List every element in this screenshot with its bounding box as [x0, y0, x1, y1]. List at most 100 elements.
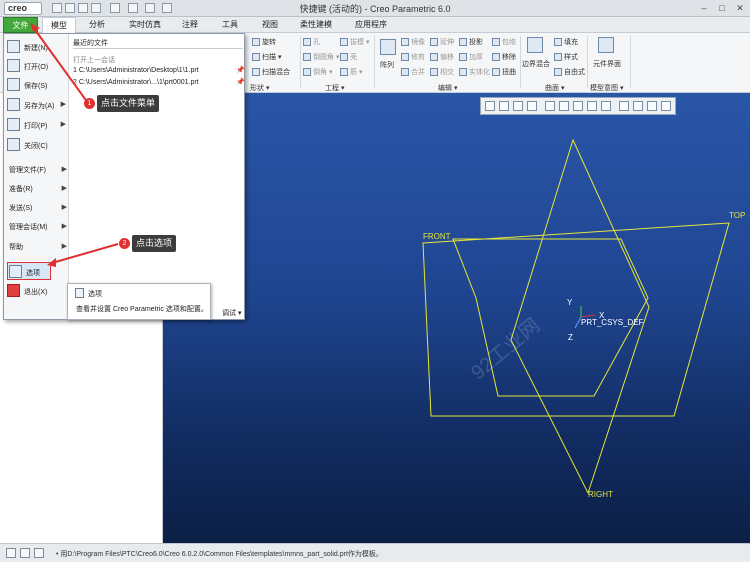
solidify-label: 实体化	[469, 69, 490, 76]
menu-send[interactable]: 发送(S) ▶	[7, 199, 67, 215]
menu-open[interactable]: 打开(O)	[4, 57, 69, 75]
menu-manage-session[interactable]: 管理会话(M) ▶	[7, 218, 67, 234]
boundary-blend-icon[interactable]	[527, 37, 543, 53]
recent-file-item[interactable]: 1 C:\Users\Administrator\Desktop\1\1.prt	[73, 67, 199, 74]
model-tree-toggle-icon[interactable]	[6, 548, 16, 558]
step-badge-1: 1	[84, 98, 95, 109]
fill-button[interactable]: 填充	[554, 37, 578, 47]
menu-print[interactable]: 打印(P) ▶	[4, 116, 69, 134]
trim-label: 修剪	[411, 54, 425, 61]
group-surfaces[interactable]: 曲面 ▾	[545, 83, 564, 93]
boundary-blend-label: 边界混合	[522, 61, 550, 68]
axis-y-label: Y	[567, 298, 573, 307]
component-interface-label: 元件界面	[593, 61, 621, 68]
merge-button[interactable]: 合并	[401, 67, 425, 77]
menu-save[interactable]: 保存(S)	[4, 76, 69, 94]
datum-top-label[interactable]: TOP	[729, 211, 745, 220]
menu-prepare[interactable]: 准备(R) ▶	[7, 180, 67, 196]
open-folder-icon	[7, 59, 20, 72]
tab-flexible-modeling[interactable]: 柔性建模	[295, 17, 337, 33]
divider	[630, 36, 631, 88]
fullscreen-icon[interactable]	[34, 548, 44, 558]
tab-tools[interactable]: 工具	[215, 17, 245, 33]
group-editing[interactable]: 编辑 ▾	[438, 83, 457, 93]
round-button[interactable]: 倒圆角 ▾	[303, 52, 339, 62]
graphics-viewport[interactable]: FRONT TOP RIGHT PRT_CSYS_DEF Y X Z 92工业网	[163, 93, 750, 543]
maximize-icon[interactable]: □	[716, 2, 728, 14]
recent-file-item[interactable]: 2 C:\Users\Administrator\...\1\prt0001.p…	[73, 79, 199, 86]
chamfer-button[interactable]: 倒角 ▾	[303, 67, 332, 77]
menu-exit-label: 退出(X)	[24, 289, 48, 296]
revolve-icon	[252, 38, 260, 47]
tab-analysis[interactable]: 分析	[82, 17, 112, 33]
minimize-icon[interactable]: –	[698, 2, 710, 14]
close-icon[interactable]: ✕	[734, 2, 746, 14]
offset-icon	[430, 53, 438, 62]
sweep-button[interactable]: 扫描 ▾	[252, 52, 281, 62]
freestyle-button[interactable]: 自由式	[554, 67, 585, 77]
freestyle-icon	[554, 68, 562, 77]
datum-front-label[interactable]: FRONT	[423, 232, 451, 241]
group-surfaces-label: 曲面	[545, 85, 559, 92]
rib-button[interactable]: 筋 ▾	[340, 67, 362, 77]
debug-dropdown[interactable]: 调试 ▾	[222, 308, 241, 318]
tab-file[interactable]: 文件	[3, 17, 38, 33]
intersect-button[interactable]: 相交	[430, 67, 454, 77]
project-label: 投影	[469, 39, 483, 46]
pattern-button[interactable]: 阵列	[380, 60, 394, 70]
pin-icon[interactable]: 📌	[236, 66, 245, 74]
solidify-button[interactable]: 实体化	[459, 67, 490, 77]
remove-label: 移除	[502, 54, 516, 61]
menu-close[interactable]: 关闭(C)	[4, 136, 69, 154]
group-engineering[interactable]: 工程 ▾	[325, 83, 344, 93]
tab-live-simulation[interactable]: 实时仿真	[125, 17, 165, 33]
style-button[interactable]: 样式	[554, 52, 578, 62]
chevron-right-icon: ▶	[61, 243, 67, 250]
shell-label: 壳	[350, 54, 357, 61]
emboss-button[interactable]: 扭曲	[492, 67, 516, 77]
boundary-blend-button[interactable]: 边界混合	[522, 59, 550, 69]
menu-open-label: 打开(O)	[24, 64, 49, 71]
menu-new[interactable]: 新建(N)	[4, 38, 69, 56]
component-interface-button[interactable]: 元件界面	[593, 59, 621, 69]
datum-right-label[interactable]: RIGHT	[588, 490, 613, 499]
extend-label: 延伸	[440, 39, 454, 46]
project-button[interactable]: 投影	[459, 37, 483, 47]
browser-toggle-icon[interactable]	[20, 548, 30, 558]
swept-blend-button[interactable]: 扫描混合	[252, 67, 290, 77]
menu-save-as[interactable]: 另存为(A) ▶	[4, 96, 69, 114]
mirror-button[interactable]: 镜像	[401, 37, 425, 47]
remove-button[interactable]: 移除	[492, 52, 516, 62]
offset-button[interactable]: 偏移	[430, 52, 454, 62]
shell-button[interactable]: 壳	[340, 52, 357, 62]
menu-exit[interactable]: 退出(X)	[4, 282, 69, 300]
rib-label: 筋	[350, 69, 357, 76]
draft-button[interactable]: 拔模 ▾	[340, 37, 369, 47]
menu-options[interactable]: 选项	[7, 262, 51, 280]
thicken-button[interactable]: 加厚	[459, 52, 483, 62]
group-shapes[interactable]: 形状 ▾	[250, 83, 269, 93]
pin-icon[interactable]: 📌	[236, 78, 245, 86]
menu-manage-file[interactable]: 管理文件(F) ▶	[7, 161, 67, 177]
wrap-button[interactable]: 包络	[492, 37, 516, 47]
component-interface-icon[interactable]	[598, 37, 614, 53]
style-icon	[554, 53, 562, 62]
extend-button[interactable]: 延伸	[430, 37, 454, 47]
thicken-icon	[459, 53, 467, 62]
menu-help[interactable]: 帮助 ▶	[7, 238, 67, 254]
trim-button[interactable]: 修剪	[401, 52, 425, 62]
csys-label[interactable]: PRT_CSYS_DEF	[581, 318, 644, 327]
top-plane[interactable]	[422, 222, 730, 417]
tab-model[interactable]: 模型	[42, 17, 76, 33]
pattern-icon[interactable]	[380, 39, 396, 55]
revolve-button[interactable]: 旋转	[252, 37, 276, 47]
tab-annotate[interactable]: 注释	[175, 17, 205, 33]
group-model-intent[interactable]: 模型意图 ▾	[590, 83, 623, 93]
tab-applications[interactable]: 应用程序	[350, 17, 392, 33]
mirror-icon	[401, 38, 409, 47]
tab-view[interactable]: 视图	[255, 17, 285, 33]
options-tooltip: 选项 查看并设置 Creo Parametric 选项和配置。	[67, 283, 211, 320]
hole-button[interactable]: 孔	[303, 37, 320, 47]
menu-close-label: 关闭(C)	[24, 143, 48, 150]
open-last-session[interactable]: 打开上一会话	[73, 55, 115, 65]
